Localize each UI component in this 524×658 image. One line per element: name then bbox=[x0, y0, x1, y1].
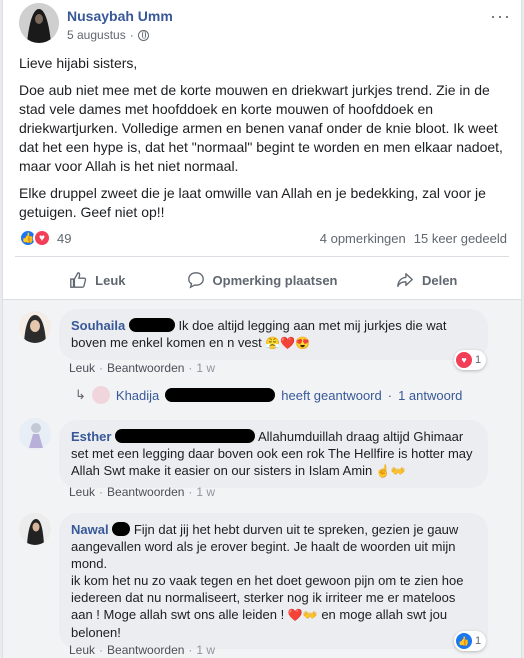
commenter-avatar[interactable] bbox=[19, 513, 51, 545]
comment-actions: Leuk · Beantwoorden · 1 w bbox=[69, 361, 216, 375]
like-button[interactable]: Leuk bbox=[15, 262, 180, 298]
commenter-avatar[interactable] bbox=[19, 311, 51, 343]
comment-icon bbox=[187, 272, 204, 289]
comment-reaction-badge[interactable]: 👍 1 bbox=[454, 631, 487, 651]
reply-dot: · bbox=[387, 387, 393, 403]
divider bbox=[15, 256, 509, 257]
post-paragraph: Lieve hijabi sisters, bbox=[19, 55, 138, 71]
more-options-icon[interactable]: ··· bbox=[490, 6, 511, 27]
comment-time[interactable]: 1 w bbox=[196, 643, 215, 657]
post-meta: 5 augustus · bbox=[67, 28, 149, 42]
post-body: Lieve hijabi sisters, Doe aub niet mee m… bbox=[19, 54, 515, 230]
post-actions: Leuk Opmerking plaatsen Delen bbox=[15, 262, 509, 298]
comments-count[interactable]: 4 opmerkingen bbox=[320, 231, 406, 246]
comment-button[interactable]: Opmerking plaatsen bbox=[180, 262, 345, 298]
reply-summary[interactable]: ↳ Khadija heeft geantwoord · 1 antwoord bbox=[75, 386, 462, 404]
comment-reaction-count: 1 bbox=[475, 354, 482, 366]
comment-reply-link[interactable]: Beantwoorden bbox=[107, 361, 184, 375]
reply-text: heeft geantwoord bbox=[281, 387, 382, 403]
commenter-avatar[interactable] bbox=[19, 418, 51, 450]
comment-text: Ik doe altijd legging aan met mij jurkje… bbox=[71, 318, 447, 350]
comment-reaction-badge[interactable]: ♥ 1 bbox=[454, 350, 487, 370]
share-icon bbox=[397, 273, 413, 287]
comment-time[interactable]: 1 w bbox=[196, 361, 215, 375]
comment-time[interactable]: 1 w bbox=[196, 485, 215, 499]
comment-reaction-count: 1 bbox=[475, 635, 482, 647]
reply-arrow-icon: ↳ bbox=[75, 387, 86, 402]
redacted-name bbox=[112, 522, 131, 536]
comment-actions: Leuk · Beantwoorden · 1 w bbox=[69, 485, 216, 499]
comment-like-link[interactable]: Leuk bbox=[69, 643, 95, 657]
comment-actions: Leuk · Beantwoorden · 1 w bbox=[69, 643, 216, 657]
reactions-summary[interactable]: 👍 ♥ 49 bbox=[19, 229, 71, 247]
comment-like-link[interactable]: Leuk bbox=[69, 485, 95, 499]
replier-avatar bbox=[91, 386, 110, 404]
globe-icon bbox=[137, 29, 149, 41]
post-paragraph: Elke druppel zweet die je laat omwille v… bbox=[19, 185, 486, 220]
post-date[interactable]: 5 augustus bbox=[67, 28, 126, 42]
commenter-name[interactable]: Souhaila bbox=[71, 318, 125, 333]
comment-reply-link[interactable]: Beantwoorden bbox=[107, 643, 184, 657]
share-label: Delen bbox=[421, 272, 458, 288]
comment-reply-link[interactable]: Beantwoorden bbox=[107, 485, 184, 499]
thumbs-up-icon: 👍 bbox=[456, 633, 472, 649]
reaction-count: 49 bbox=[57, 230, 72, 246]
shares-count[interactable]: 15 keer gedeeld bbox=[414, 231, 507, 246]
comment-emojis: 😤❤️😍 bbox=[265, 336, 311, 350]
engagement-counts: 4 opmerkingen 15 keer gedeeld bbox=[320, 231, 507, 246]
meta-dot: · bbox=[129, 28, 134, 42]
comment-bubble: Esther Allahumduillah draag altijd Ghima… bbox=[59, 420, 488, 488]
redacted-name bbox=[165, 388, 276, 402]
comment-bubble: Nawal Fijn dat jij het hebt durven uit t… bbox=[59, 513, 488, 649]
comment-like-link[interactable]: Leuk bbox=[69, 361, 95, 375]
commenter-name[interactable]: Nawal bbox=[71, 522, 109, 537]
comment-text: Fijn dat jij het hebt durven uit te spre… bbox=[71, 522, 459, 571]
heart-icon: ♥ bbox=[456, 352, 472, 368]
thumbs-up-icon bbox=[70, 272, 87, 288]
author-name[interactable]: Nusaybah Umm bbox=[67, 8, 173, 24]
comment-emojis: ❤️👐 bbox=[287, 608, 318, 622]
redacted-name bbox=[115, 429, 256, 443]
share-button[interactable]: Delen bbox=[344, 262, 509, 298]
redacted-name bbox=[128, 318, 175, 332]
replier-name[interactable]: Khadija bbox=[116, 388, 159, 403]
heart-icon: ♥ bbox=[33, 229, 51, 247]
like-label: Leuk bbox=[95, 272, 126, 288]
reply-count[interactable]: 1 antwoord bbox=[398, 388, 462, 403]
comment-bubble: Souhaila Ik doe altijd legging aan met m… bbox=[59, 309, 488, 360]
post-paragraph: Doe aub niet mee met de korte mouwen en … bbox=[19, 82, 503, 174]
author-avatar[interactable] bbox=[19, 3, 59, 43]
comment-emojis: ☝️👐 bbox=[375, 464, 406, 478]
commenter-name[interactable]: Esther bbox=[71, 429, 111, 444]
post-card: Nusaybah Umm 5 augustus · ··· Lieve hija… bbox=[2, 0, 522, 658]
comment-label: Opmerking plaatsen bbox=[212, 272, 338, 288]
